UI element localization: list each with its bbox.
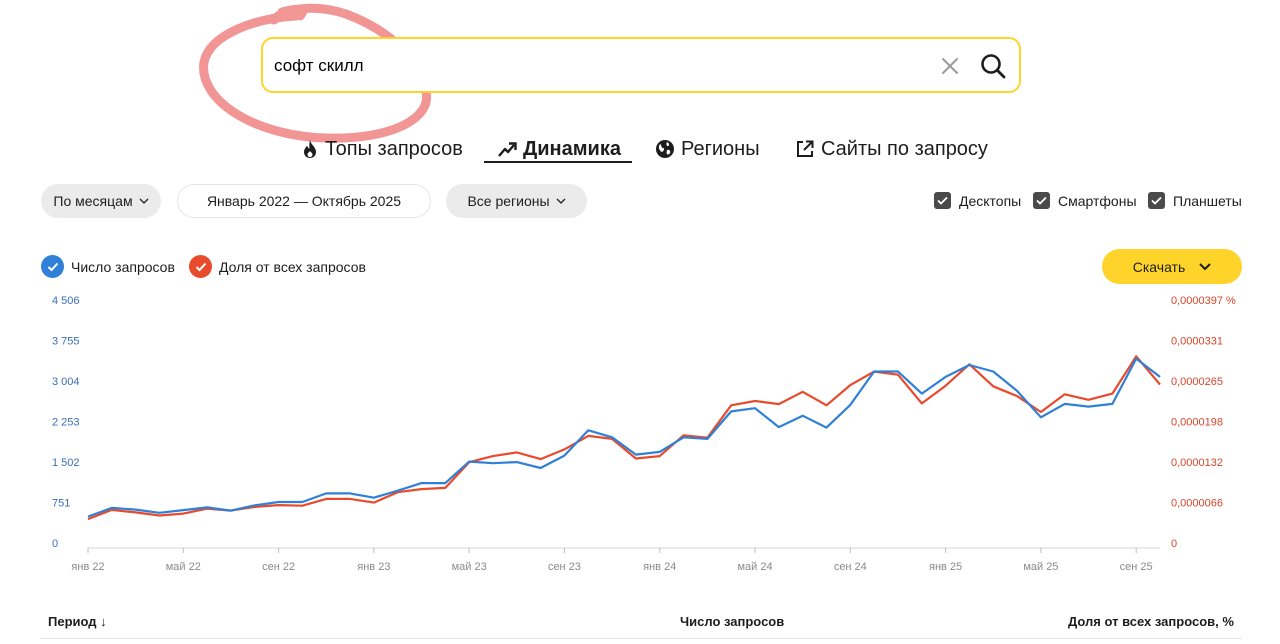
- y-left-tick-label: 2 253: [52, 417, 80, 429]
- checkbox-checked-icon: [1148, 192, 1165, 209]
- tab-dynamics[interactable]: Динамика: [497, 135, 621, 163]
- dynamics-line-chart[interactable]: 0 751 1 502 2 253 3 004 3 755 4 506 0 0,0000066 0…: [0, 285, 1280, 585]
- legend-label: Доля от всех запросов: [219, 258, 366, 275]
- y-right-tick-label: 0,0000066: [1171, 498, 1223, 510]
- chevron-down-icon: [556, 198, 566, 204]
- x-tick-label: янв 22: [71, 561, 104, 573]
- y-right-tick-label: 0,0000397 %: [1171, 295, 1236, 307]
- checkbox-checked-icon: [934, 192, 951, 209]
- fire-icon: [304, 140, 316, 158]
- active-tab-underline: [484, 161, 632, 163]
- column-header-label: Число запросов: [680, 614, 785, 629]
- x-tick-label: сен 25: [1120, 561, 1153, 573]
- chevron-down-icon: [1199, 262, 1211, 270]
- chevron-down-icon: [139, 198, 149, 204]
- column-header-label: Доля от всех запросов, %: [1068, 614, 1234, 629]
- device-label: Смартфоны: [1058, 192, 1137, 209]
- column-header-share[interactable]: Доля от всех запросов, %: [1068, 614, 1234, 629]
- series-line-count: [87, 357, 1161, 518]
- y-left-tick-label: 4 506: [52, 295, 80, 307]
- search-icon[interactable]: [979, 52, 1007, 80]
- x-tick-label: май 25: [1023, 561, 1058, 573]
- date-range-value: Январь 2022 — Октябрь 2025: [206, 193, 402, 209]
- device-checkbox-tablet[interactable]: Планшеты: [1148, 192, 1242, 209]
- column-header-label: Период: [48, 614, 97, 629]
- device-label: Планшеты: [1173, 192, 1242, 209]
- tab-regions[interactable]: Регионы: [655, 135, 760, 163]
- x-tick-label: янв 25: [929, 561, 962, 573]
- region-value: Все регионы: [467, 193, 550, 209]
- trend-arrow-icon: [498, 142, 517, 157]
- x-tick-label: сен 24: [834, 561, 867, 573]
- y-left-tick-label: 3 004: [52, 376, 80, 388]
- device-label: Десктопы: [959, 192, 1022, 209]
- date-range-picker[interactable]: Январь 2022 — Октябрь 2025: [177, 184, 431, 218]
- region-select[interactable]: Все регионы: [446, 184, 587, 218]
- x-tick-label: сен 22: [262, 561, 295, 573]
- tab-label: Регионы: [681, 137, 760, 160]
- legend-item-count[interactable]: Число запросов: [41, 255, 175, 278]
- period-group-value: По месяцам: [53, 193, 133, 209]
- y-left-tick-label: 3 755: [52, 336, 80, 348]
- column-header-period[interactable]: Период ↓: [48, 614, 107, 629]
- y-left-tick-label: 1 502: [52, 457, 80, 469]
- globe-icon: [656, 140, 674, 158]
- external-link-icon: [797, 140, 814, 157]
- y-right-tick-label: 0,0000331: [1171, 336, 1223, 348]
- tab-top-queries[interactable]: Топы запросов: [301, 135, 463, 163]
- check-circle-icon: [41, 255, 64, 278]
- tab-label: Сайты по запросу: [821, 137, 988, 160]
- series-line-share: [87, 355, 1161, 521]
- tab-label: Топы запросов: [325, 137, 463, 160]
- tab-label: Динамика: [523, 137, 621, 160]
- y-left-tick-label: 0: [52, 538, 58, 550]
- legend-label: Число запросов: [71, 258, 175, 275]
- period-group-select[interactable]: По месяцам: [41, 184, 161, 218]
- download-label: Скачать: [1132, 258, 1186, 275]
- device-checkbox-smartphone[interactable]: Смартфоны: [1033, 192, 1137, 209]
- x-tick-label: май 23: [452, 561, 487, 573]
- download-button[interactable]: Скачать: [1102, 249, 1242, 284]
- arrow-down-icon: ↓: [100, 614, 107, 629]
- y-right-tick-label: 0: [1171, 538, 1177, 550]
- table-divider: [40, 638, 1242, 639]
- checkbox-checked-icon: [1033, 192, 1050, 209]
- search-input[interactable]: [274, 51, 914, 81]
- x-tick-label: янв 24: [643, 561, 676, 573]
- device-checkbox-desktop[interactable]: Десктопы: [934, 192, 1021, 209]
- search-box[interactable]: [261, 37, 1021, 93]
- legend-item-share[interactable]: Доля от всех запросов: [189, 255, 366, 278]
- y-right-tick-label: 0,0000198: [1171, 417, 1223, 429]
- y-left-tick-label: 751: [52, 498, 70, 510]
- y-right-tick-label: 0,0000265: [1171, 376, 1223, 388]
- tab-sites[interactable]: Сайты по запросу: [795, 135, 988, 163]
- x-tick-label: янв 23: [357, 561, 390, 573]
- column-header-count[interactable]: Число запросов: [680, 614, 784, 629]
- x-tick-label: сен 23: [548, 561, 581, 573]
- clear-icon[interactable]: [939, 55, 961, 77]
- x-tick-label: май 24: [737, 561, 772, 573]
- y-right-tick-label: 0,0000132: [1171, 457, 1223, 469]
- x-tick-label: май 22: [166, 561, 201, 573]
- check-circle-icon: [189, 255, 212, 278]
